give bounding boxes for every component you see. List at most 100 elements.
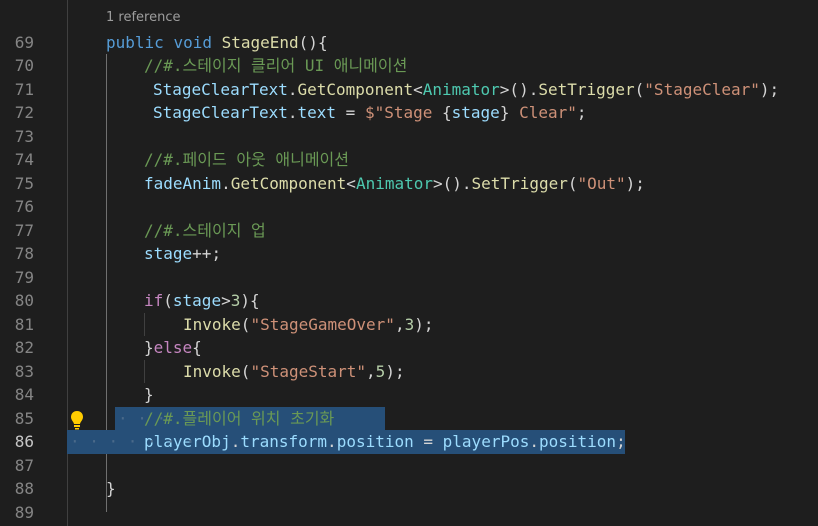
line-number: 76: [14, 197, 34, 216]
code-token: fadeAnim: [144, 173, 222, 193]
line-number: 71: [14, 79, 34, 99]
code-line[interactable]: }: [144, 383, 154, 407]
code-token: StageEnd: [221, 32, 299, 52]
code-token: .: [230, 432, 241, 451]
line-number: 85: [14, 408, 34, 428]
code-token: //#.플레이어 위치 초기화: [144, 408, 335, 428]
line-number: 79: [14, 267, 34, 287]
code-editor[interactable]: 1 reference 69 70 71 72 73 74 75 76 77 78 79 80 81 82…: [0, 0, 818, 526]
code-token: (: [240, 361, 251, 381]
codelens-references[interactable]: 1 reference: [106, 8, 180, 28]
code-token: //#.스테이지 업: [144, 220, 266, 240]
line-number: 77: [14, 220, 34, 240]
code-line[interactable]: }else{: [144, 336, 202, 360]
code-token: "StageGameOver": [250, 314, 395, 334]
code-token: (){: [298, 32, 328, 52]
code-line[interactable]: if(stage>3){: [144, 289, 260, 313]
code-line[interactable]: fadeAnim.GetComponent<Animator>().SetTri…: [144, 172, 645, 196]
code-token: ,: [366, 361, 376, 381]
code-token: (: [567, 173, 578, 193]
code-token: .: [529, 432, 539, 451]
code-line[interactable]: StageClearText.text = $"Stage {stage} Cl…: [153, 101, 587, 125]
code-token: );: [625, 173, 645, 193]
indent-guide: [144, 359, 145, 383]
whitespace-markers: · · · · · · ·: [70, 432, 196, 451]
line-number: 88: [14, 479, 34, 498]
line-number: 89: [14, 502, 34, 522]
code-token: if: [144, 291, 164, 310]
code-token: }: [106, 479, 116, 498]
code-token: Animator: [355, 173, 433, 193]
code-line[interactable]: }: [106, 477, 116, 501]
code-token: stage: [172, 291, 222, 310]
code-token: GetComponent: [230, 173, 347, 193]
line-number: 73: [14, 126, 34, 146]
code-line[interactable]: public void StageEnd(){: [106, 31, 328, 55]
code-token: ;: [576, 103, 587, 122]
line-number: 72: [14, 103, 34, 122]
code-token: (: [634, 79, 645, 99]
code-line[interactable]: StageClearText.GetComponent<Animator>().…: [153, 78, 779, 102]
code-token: transform: [240, 432, 328, 451]
code-token: StageClearText: [153, 103, 288, 122]
code-token: SetTrigger: [538, 79, 635, 99]
code-token: .: [287, 79, 298, 99]
code-token: "StageStart": [250, 361, 367, 381]
line-number: 80: [14, 291, 34, 310]
code-token: stage: [144, 244, 193, 263]
code-token: Invoke: [183, 361, 241, 381]
code-token: Invoke: [183, 314, 241, 334]
code-token: );: [385, 361, 405, 381]
code-token: position: [336, 432, 414, 451]
line-number: 78: [14, 244, 34, 263]
code-token: text: [297, 103, 337, 122]
code-token: SetTrigger: [471, 173, 568, 193]
line-number: 86: [14, 432, 34, 451]
code-token: {: [442, 103, 452, 122]
code-line[interactable]: //#.스테이지 업: [144, 219, 266, 243]
line-number: 81: [14, 314, 34, 334]
code-line[interactable]: //#.페이드 아웃 애니메이션: [144, 148, 349, 172]
code-token: ,: [394, 314, 405, 334]
line-number: 87: [14, 455, 34, 475]
code-token: );: [414, 314, 434, 334]
code-line[interactable]: Invoke("StageGameOver",3);: [183, 313, 433, 337]
line-number: 69: [14, 32, 34, 52]
code-line[interactable]: Invoke("StageStart",5);: [183, 360, 405, 384]
line-number: 84: [14, 385, 34, 404]
code-token: {: [192, 338, 202, 357]
code-token: StageClearText: [153, 79, 288, 99]
line-number: 74: [14, 150, 34, 169]
code-token: =: [413, 432, 443, 451]
whitespace-markers: · · ·: [118, 408, 167, 428]
code-line[interactable]: playerObj.transform.position = playerPos…: [144, 430, 626, 454]
code-token: playerPos: [442, 432, 530, 451]
code-token: 5: [375, 361, 386, 381]
code-token: .: [287, 103, 298, 122]
code-token: GetComponent: [297, 79, 414, 99]
code-token: ++;: [192, 244, 222, 263]
code-token: "StageClear": [644, 79, 760, 99]
line-number: 70: [14, 56, 34, 75]
code-token: $"Stage: [364, 103, 442, 122]
code-token: "Out": [577, 173, 626, 193]
code-line[interactable]: stage++;: [144, 242, 221, 266]
code-line[interactable]: //#.스테이지 클리어 UI 애니메이션: [144, 54, 407, 78]
code-token: .: [221, 173, 231, 193]
code-token: }: [499, 103, 510, 122]
code-token: 3: [404, 314, 415, 334]
code-token: stage: [451, 103, 500, 122]
code-token: Animator: [422, 79, 500, 99]
code-token: <: [413, 79, 423, 99]
code-token: .: [327, 432, 337, 451]
line-number: 82: [14, 338, 34, 357]
lightbulb-icon[interactable]: [69, 410, 85, 430]
code-line[interactable]: //#.플레이어 위치 초기화: [144, 407, 334, 431]
code-token: (: [163, 291, 173, 310]
code-token: >().: [499, 79, 539, 99]
code-token: //#.스테이지 클리어 UI 애니메이션: [144, 56, 408, 75]
code-token: 3: [230, 291, 241, 310]
line-number: 75: [14, 173, 34, 193]
